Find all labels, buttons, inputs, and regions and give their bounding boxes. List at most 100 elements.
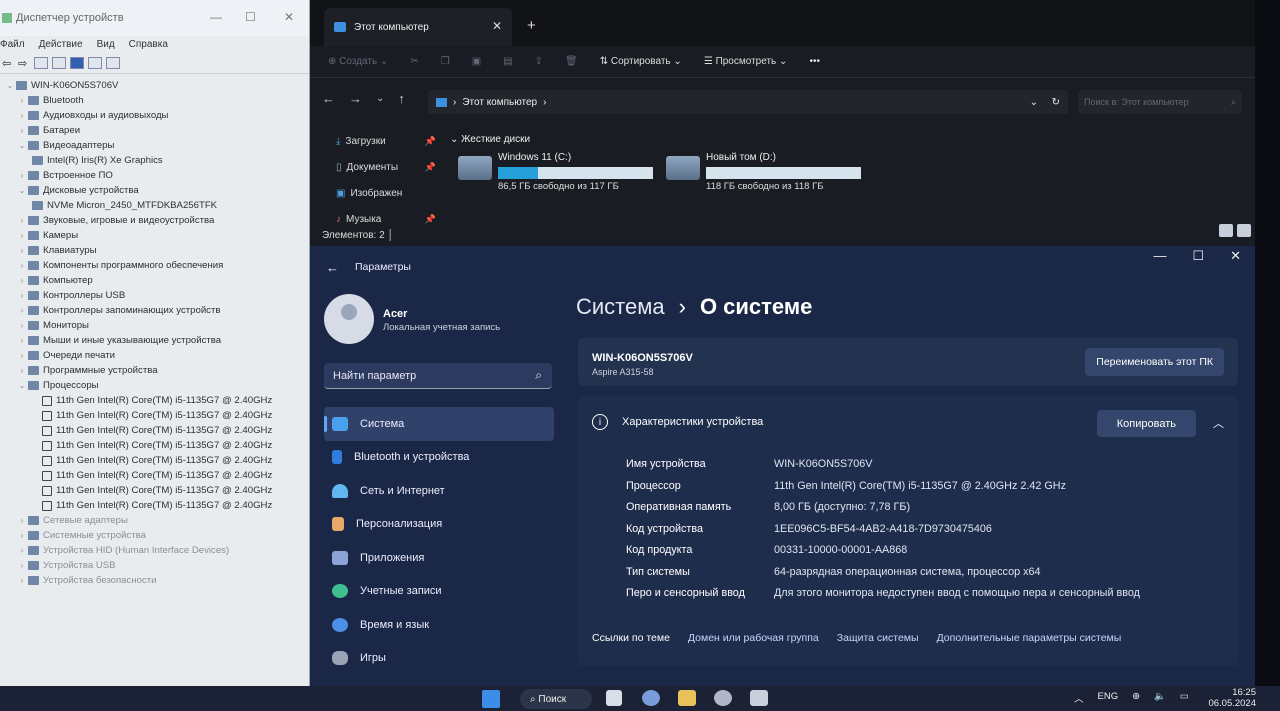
link-system-protection[interactable]: Защита системы [837, 632, 919, 644]
start-icon[interactable] [482, 690, 500, 708]
tree-item[interactable]: › Сетевые адаптеры [0, 513, 309, 528]
tree-item[interactable]: NVMe Micron_2450_MTFDKBA256TFK [0, 198, 309, 213]
menu-help[interactable]: Справка [129, 39, 168, 50]
network-icon[interactable]: ⊕ [1132, 691, 1140, 705]
chevron-right-icon[interactable]: › [16, 531, 28, 540]
tree-item[interactable]: › Батареи [0, 123, 309, 138]
copy-button[interactable]: Копировать [1096, 410, 1196, 437]
taskbar-search[interactable]: ⌕ Поиск [520, 689, 592, 709]
tree-item[interactable]: ⌄ Видеоадаптеры [0, 138, 309, 153]
properties-icon[interactable] [34, 56, 48, 69]
nav-item-system[interactable]: Система [324, 407, 554, 441]
monitor-icon[interactable] [106, 56, 120, 69]
tree-item[interactable]: › Очереди печати [0, 348, 309, 363]
nav-item-network[interactable]: Сеть и Интернет [324, 474, 554, 508]
close-icon[interactable]: ✕ [284, 10, 294, 24]
volume-icon[interactable]: 🔈 [1154, 691, 1166, 705]
folder-icon[interactable] [678, 690, 696, 706]
specs-header[interactable]: i Характеристики устройства [592, 414, 763, 430]
nav-item-gaming[interactable]: Игры [324, 642, 554, 676]
tree-item[interactable]: Intel(R) Iris(R) Xe Graphics [0, 153, 309, 168]
share-icon[interactable]: ⇪ [535, 56, 543, 67]
nav-item-personalization[interactable]: Персонализация [324, 508, 554, 542]
tree-item[interactable]: ⌄ Процессоры [0, 378, 309, 393]
battery-icon[interactable]: ▭ [1180, 691, 1189, 705]
chevron-up-icon[interactable]: ︿ [1074, 691, 1084, 705]
nav-item-accounts[interactable]: Учетные записи [324, 575, 554, 609]
tree-item[interactable]: 11th Gen Intel(R) Core(TM) i5-1135G7 @ 2… [0, 393, 309, 408]
more-button[interactable]: ••• [809, 56, 820, 67]
tree-item[interactable]: › Мыши и иные указывающие устройства [0, 333, 309, 348]
settings-gear-icon[interactable] [714, 690, 732, 706]
back-icon[interactable]: ⇦ [2, 57, 14, 70]
nav-item-pictures[interactable]: ▣ Изображен [336, 180, 436, 206]
minimize-icon[interactable]: — [210, 10, 222, 24]
chevron-right-icon[interactable]: › [16, 561, 28, 570]
view-button[interactable]: ☰ Просмотреть ⌄ [704, 56, 788, 67]
chevron-right-icon[interactable]: › [16, 231, 28, 240]
chevron-right-icon[interactable]: › [16, 366, 28, 375]
tree-item[interactable]: › Устройства HID (Human Interface Devices… [0, 543, 309, 558]
tiles-view-icon[interactable] [1237, 224, 1251, 237]
chevron-right-icon[interactable]: › [16, 576, 28, 585]
nav-item-time-language[interactable]: Время и язык [324, 608, 554, 642]
drive-c[interactable]: Windows 11 (C:) 86,5 ГБ свободно из 117 … [458, 152, 658, 192]
chevron-right-icon[interactable]: › [16, 111, 28, 120]
tree-item[interactable]: › Устройства USB [0, 558, 309, 573]
address-dropdown-icon[interactable]: ⌄ [1030, 97, 1038, 108]
nav-item-apps[interactable]: Приложения [324, 541, 554, 575]
address-bar[interactable]: › Этот компьютер › ⌄ ↻ [428, 90, 1068, 114]
menu-view[interactable]: Вид [97, 39, 115, 50]
chevron-right-icon[interactable]: › [16, 216, 28, 225]
chevron-right-icon[interactable]: › [16, 351, 28, 360]
breadcrumb-parent[interactable]: Система [576, 294, 665, 320]
cut-icon[interactable]: ✂ [410, 56, 418, 67]
tree-item[interactable]: › Камеры [0, 228, 309, 243]
tree-item[interactable]: › Звуковые, игровые и видеоустройства [0, 213, 309, 228]
sort-button[interactable]: ⇅ Сортировать ⌄ [600, 56, 682, 67]
close-icon[interactable]: ✕ [1230, 248, 1241, 264]
maximize-icon[interactable]: ☐ [245, 10, 256, 24]
tree-item[interactable]: 11th Gen Intel(R) Core(TM) i5-1135G7 @ 2… [0, 468, 309, 483]
new-tab-icon[interactable]: + [527, 17, 536, 34]
tree-item[interactable]: › Контроллеры USB [0, 288, 309, 303]
drive-d[interactable]: Новый том (D:) 118 ГБ свободно из 118 ГБ [666, 152, 866, 192]
nav-item-bluetooth[interactable]: Bluetooth и устройства [324, 441, 554, 475]
clock[interactable]: 16:25 06.05.2024 [1208, 687, 1256, 709]
tree-item[interactable]: › Устройства безопасности [0, 573, 309, 588]
menu-file[interactable]: Файл [0, 39, 25, 50]
details-view-icon[interactable] [1219, 224, 1233, 237]
tree-item[interactable]: 11th Gen Intel(R) Core(TM) i5-1135G7 @ 2… [0, 498, 309, 513]
link-advanced-settings[interactable]: Дополнительные параметры системы [937, 632, 1122, 644]
chat-icon[interactable] [642, 690, 660, 706]
paste-icon[interactable]: ▣ [472, 56, 481, 67]
device-manager-icon[interactable] [750, 690, 768, 706]
close-tab-icon[interactable]: ✕ [492, 19, 502, 33]
delete-icon[interactable]: 🗑 [565, 56, 578, 67]
chevron-right-icon[interactable]: › [16, 246, 28, 255]
tree-item[interactable]: › Встроенное ПО [0, 168, 309, 183]
nav-item-downloads[interactable]: ⤓ Загрузки 📌 [336, 128, 436, 154]
chevron-right-icon[interactable]: › [16, 291, 28, 300]
tree-item[interactable]: › Контроллеры запоминающих устройств [0, 303, 309, 318]
avatar[interactable] [324, 294, 374, 344]
menu-action[interactable]: Действие [39, 39, 83, 50]
tree-item[interactable]: 11th Gen Intel(R) Core(TM) i5-1135G7 @ 2… [0, 438, 309, 453]
rename-icon[interactable]: ▤ [503, 56, 512, 67]
chevron-down-icon[interactable]: ⌄ [16, 186, 28, 195]
up-icon[interactable]: ↑ [398, 91, 405, 106]
tree-item[interactable]: › Аудиовходы и аудиовыходы [0, 108, 309, 123]
tree-root[interactable]: ⌄ WIN-K06ON5S706V [0, 78, 309, 93]
chevron-down-icon[interactable]: ⌄ [16, 141, 28, 150]
chevron-up-icon[interactable]: ︿ [1213, 415, 1224, 431]
rename-pc-button[interactable]: Переименовать этот ПК [1085, 348, 1224, 376]
refresh-icon[interactable]: ↻ [1052, 97, 1060, 108]
chevron-right-icon[interactable]: › [16, 516, 28, 525]
nav-item-music[interactable]: ♪ Музыка 📌 [336, 206, 436, 232]
chevron-right-icon[interactable]: › [16, 336, 28, 345]
list-icon[interactable] [52, 56, 66, 69]
tree-item[interactable]: 11th Gen Intel(R) Core(TM) i5-1135G7 @ 2… [0, 453, 309, 468]
chevron-right-icon[interactable]: › [16, 171, 28, 180]
chevron-down-icon[interactable]: ⌄ [376, 93, 384, 104]
task-view-icon[interactable] [606, 690, 622, 706]
